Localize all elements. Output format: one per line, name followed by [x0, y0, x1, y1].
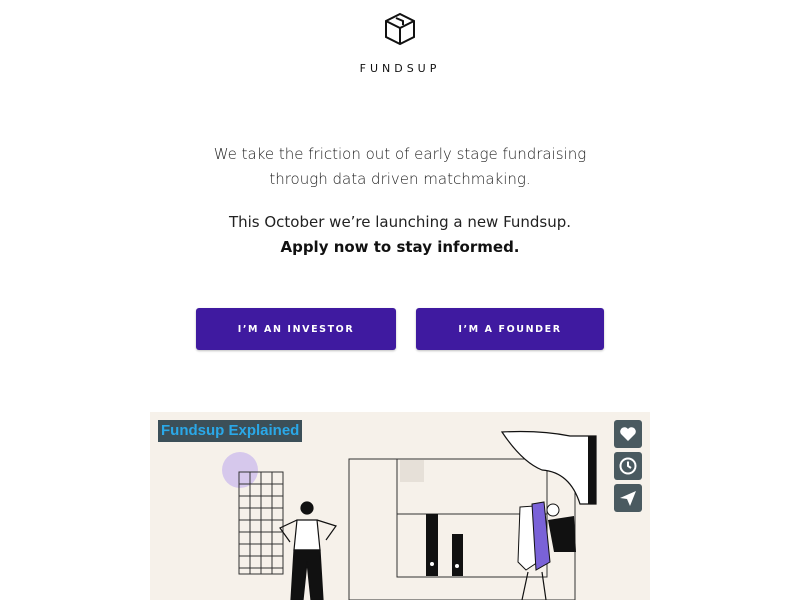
box-logo-icon	[385, 12, 415, 46]
investor-button[interactable]: I’M AN INVESTOR	[196, 308, 396, 350]
tagline-line: We take the friction out of early stage …	[213, 145, 587, 163]
announcement-cta-text: Apply now to stay informed.	[280, 238, 520, 256]
announcement-line: This October we’re launching a new Funds…	[228, 213, 572, 231]
tagline: We take the friction out of early stage …	[0, 142, 800, 192]
founder-button[interactable]: I’M A FOUNDER	[416, 308, 604, 350]
announcement: This October we’re launching a new Funds…	[0, 210, 800, 260]
watch-later-button[interactable]	[614, 452, 642, 480]
share-button[interactable]	[614, 484, 642, 512]
video-player[interactable]: Fundsup Explained	[150, 412, 650, 600]
like-button[interactable]	[614, 420, 642, 448]
video-title: Fundsup Explained	[158, 420, 303, 442]
clock-icon	[619, 457, 637, 475]
brand-name: FUNDSUP	[359, 62, 441, 75]
tagline-line: through data driven matchmaking.	[269, 170, 531, 188]
heart-icon	[620, 427, 636, 441]
send-icon	[620, 491, 636, 506]
